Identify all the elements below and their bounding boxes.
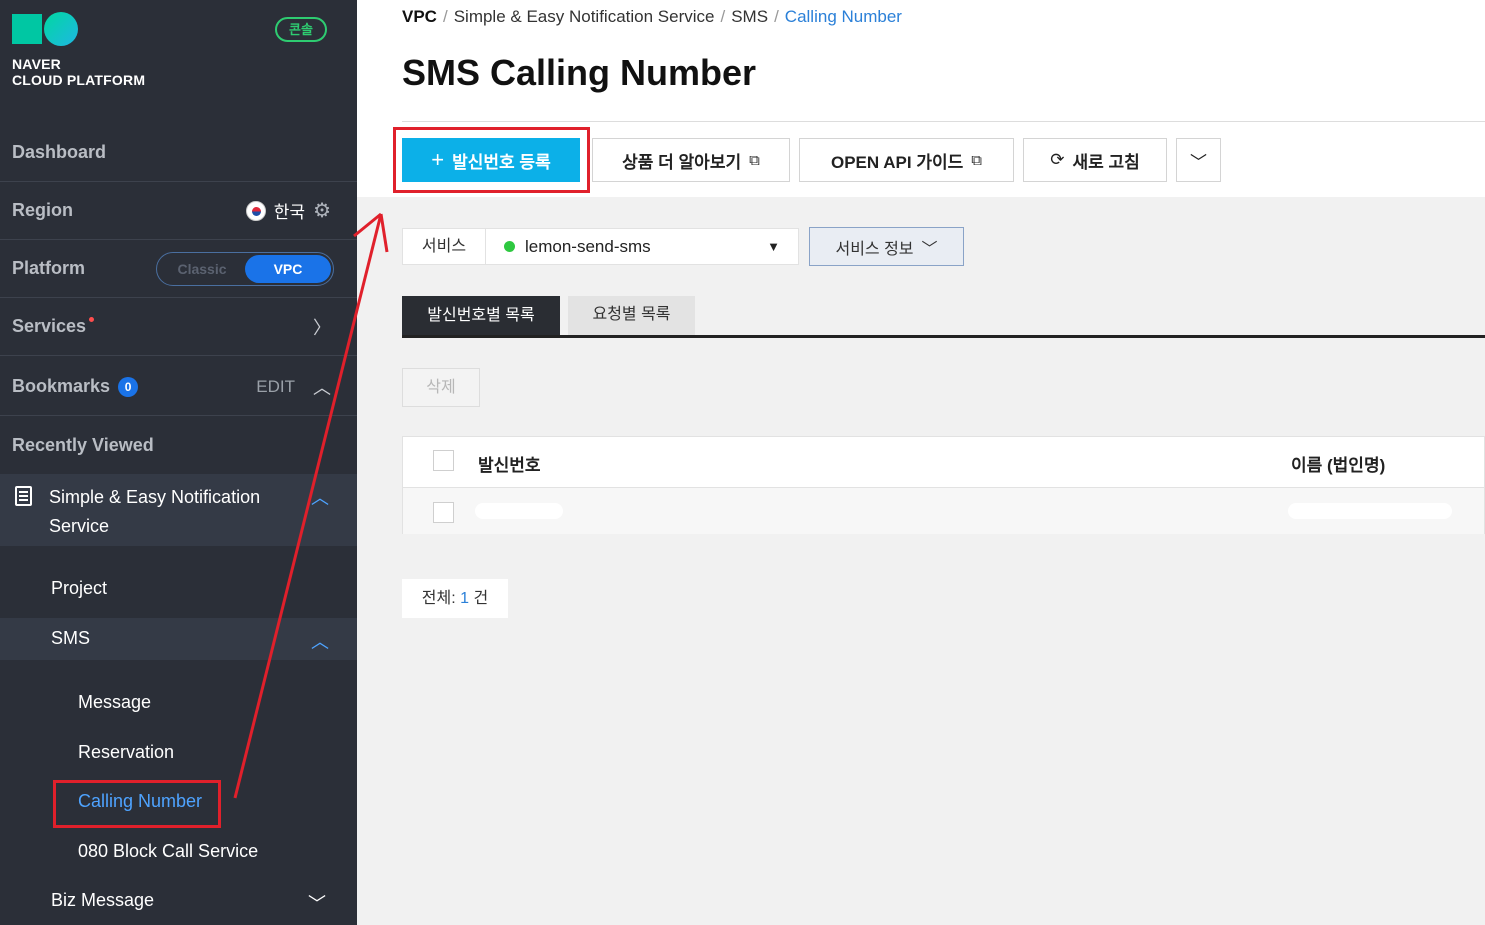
- region-value[interactable]: 한국: [274, 198, 305, 223]
- external-link-icon: ⧉: [971, 151, 982, 169]
- sidebar-item-services[interactable]: Services 〉: [0, 298, 357, 356]
- service-select[interactable]: lemon-send-sms ▼: [485, 228, 799, 265]
- bookmarks-label: Bookmarks: [12, 376, 111, 396]
- delete-button[interactable]: 삭제: [402, 368, 480, 407]
- dashboard-label: Dashboard: [12, 142, 107, 162]
- learn-more-button[interactable]: 상품 더 알아보기 ⧉: [592, 138, 790, 182]
- external-link-icon: ⧉: [749, 151, 760, 169]
- naver-cloud-logo[interactable]: NAVER CLOUD PLATFORM: [12, 12, 146, 88]
- masked-name: [1288, 503, 1452, 519]
- platform-vpc-option[interactable]: VPC: [245, 254, 331, 283]
- breadcrumb-sms[interactable]: SMS: [731, 7, 768, 27]
- row-checkbox[interactable]: [433, 502, 454, 523]
- sens-service-icon: [15, 486, 32, 506]
- refresh-button[interactable]: ⟳ 새로 고침: [1023, 138, 1167, 182]
- platform-toggle[interactable]: Classic VPC: [156, 251, 334, 286]
- column-name[interactable]: 이름 (법인명): [1291, 451, 1385, 476]
- table-header: 발신번호 이름 (법인명): [403, 437, 1484, 488]
- tab-underline: [402, 335, 1485, 338]
- tab-by-request[interactable]: 요청별 목록: [568, 296, 695, 335]
- sidebar-item-project[interactable]: Project: [51, 578, 107, 599]
- sidebar-item-reservation[interactable]: Reservation: [78, 742, 174, 763]
- console-badge[interactable]: 콘솔: [275, 17, 327, 42]
- column-calling-number[interactable]: 발신번호: [478, 451, 541, 476]
- logo-line2: CLOUD PLATFORM: [12, 72, 146, 88]
- service-info-button[interactable]: 서비스 정보 ﹀: [809, 227, 964, 266]
- bookmarks-edit-button[interactable]: EDIT: [256, 377, 295, 397]
- masked-calling-number: [475, 503, 563, 519]
- platform-label: Platform: [12, 258, 86, 278]
- service-info-label: 서비스 정보: [835, 240, 914, 258]
- service-selected-value: lemon-send-sms: [525, 236, 651, 256]
- gear-icon[interactable]: ⚙: [313, 198, 331, 223]
- learn-more-label: 상품 더 알아보기: [622, 152, 742, 172]
- sidebar: NAVER CLOUD PLATFORM 콘솔 Dashboard Region…: [0, 0, 357, 925]
- new-indicator-dot: [89, 317, 95, 322]
- caret-down-icon: ▼: [767, 239, 780, 254]
- sidebar-item-sens[interactable]: Simple & Easy Notification Service ︿: [0, 474, 357, 546]
- recently-viewed-label: Recently Viewed: [12, 434, 154, 455]
- refresh-icon: ⟳: [1050, 150, 1065, 169]
- table-row[interactable]: [403, 488, 1484, 534]
- calling-number-table: 발신번호 이름 (법인명): [402, 436, 1485, 534]
- chevron-up-icon[interactable]: ︿: [313, 374, 331, 400]
- header-divider: [402, 121, 1485, 122]
- tab-by-calling-number[interactable]: 발신번호별 목록: [402, 296, 560, 338]
- bookmarks-count-badge: 0: [118, 376, 139, 397]
- select-all-checkbox[interactable]: [433, 450, 454, 471]
- chevron-down-icon: ﹀: [1190, 152, 1207, 172]
- highlight-box-register: [393, 127, 590, 193]
- total-count: 전체: 1 건: [402, 579, 508, 618]
- sens-label: Simple & Easy Notification Service: [49, 487, 261, 536]
- logo-line1: NAVER: [12, 56, 61, 72]
- sidebar-item-biz-message[interactable]: Biz Message: [51, 890, 154, 911]
- sidebar-item-sms[interactable]: SMS: [51, 628, 90, 649]
- page-title: SMS Calling Number: [402, 52, 757, 93]
- highlight-box-calling-number: [53, 780, 221, 828]
- sidebar-platform: Platform Classic VPC: [0, 240, 357, 298]
- logo-mark-icon: [12, 12, 145, 46]
- sidebar-item-080-block[interactable]: 080 Block Call Service: [78, 841, 258, 862]
- total-number: 1: [460, 590, 470, 607]
- service-label: 서비스: [402, 228, 486, 265]
- sidebar-recently-viewed: Recently Viewed: [0, 416, 357, 474]
- breadcrumb-current: Calling Number: [784, 7, 902, 26]
- region-label: Region: [12, 200, 73, 220]
- total-label: 전체:: [421, 590, 456, 607]
- sidebar-item-sms-row[interactable]: SMS ︿: [0, 618, 357, 660]
- open-api-guide-button[interactable]: OPEN API 가이드 ⧉: [799, 138, 1014, 182]
- sidebar-bookmarks: Bookmarks 0 EDIT ︿: [0, 358, 357, 416]
- breadcrumb: VPC / Simple & Easy Notification Service /…: [402, 7, 902, 27]
- api-guide-label: OPEN API 가이드: [831, 152, 964, 172]
- total-unit: 건: [473, 590, 489, 607]
- more-dropdown-button[interactable]: ﹀: [1176, 138, 1221, 182]
- chevron-down-icon[interactable]: ﹀: [308, 890, 326, 916]
- chevron-up-icon[interactable]: ︿: [311, 484, 329, 510]
- sidebar-item-message[interactable]: Message: [78, 692, 151, 713]
- main-content: VPC / Simple & Easy Notification Service /…: [357, 0, 1485, 925]
- status-active-icon: [504, 241, 515, 252]
- services-label: Services: [12, 316, 87, 336]
- chevron-up-icon[interactable]: ︿: [311, 628, 329, 654]
- korea-flag-icon: [245, 200, 266, 221]
- breadcrumb-vpc[interactable]: VPC: [402, 7, 437, 27]
- chevron-down-icon: ﹀: [921, 240, 938, 258]
- refresh-label: 새로 고침: [1072, 152, 1140, 172]
- sidebar-item-dashboard[interactable]: Dashboard: [0, 124, 357, 182]
- breadcrumb-sens[interactable]: Simple & Easy Notification Service: [454, 7, 715, 27]
- sidebar-region: Region 한국 ⚙: [0, 182, 357, 240]
- chevron-right-icon: 〉: [313, 317, 331, 338]
- platform-classic-option[interactable]: Classic: [157, 253, 247, 285]
